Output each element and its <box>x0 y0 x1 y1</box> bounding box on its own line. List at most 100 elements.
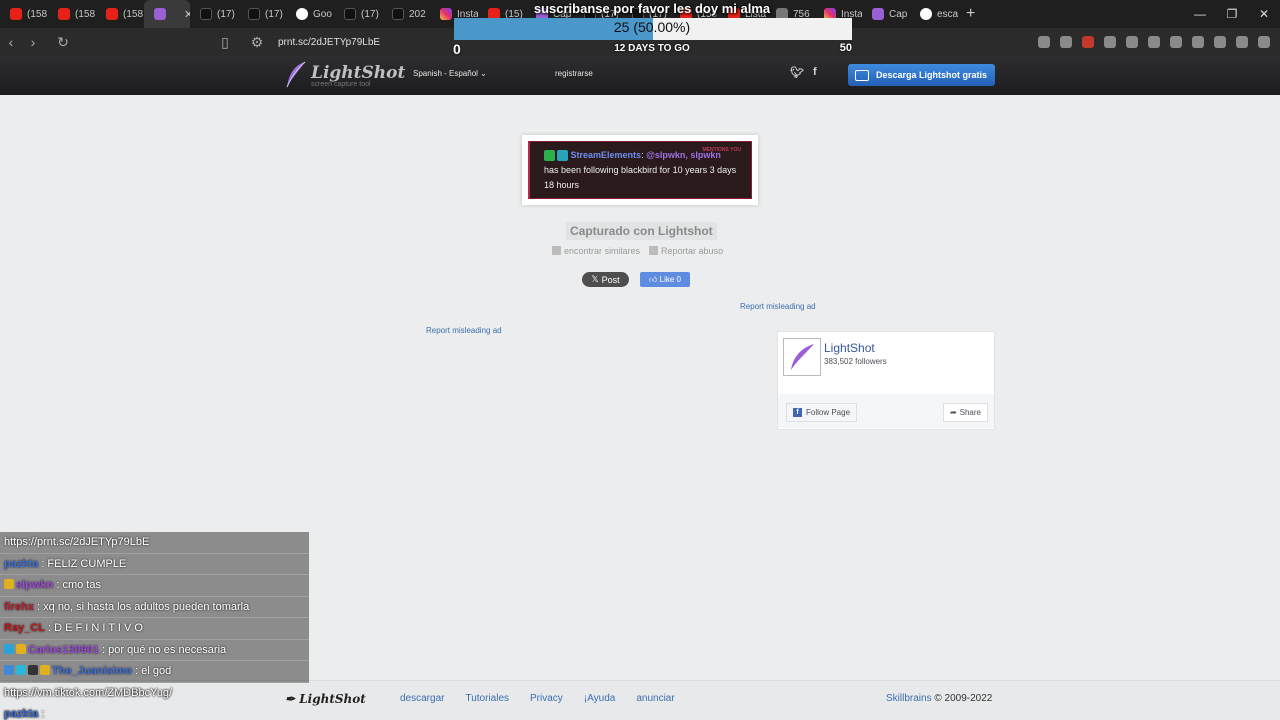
report-ad-link-right[interactable]: Report misleading ad <box>740 302 816 311</box>
find-similar-link[interactable]: encontrar similares <box>552 246 640 256</box>
captured-with-label: Capturado con Lightshot <box>566 222 717 240</box>
facebook-like-button[interactable]: 👍︎ Like 0 <box>640 272 690 287</box>
report-ad-link-left[interactable]: Report misleading ad <box>426 326 502 335</box>
chat-message: https://prnt.sc/2dJETYp79LbE <box>0 532 309 554</box>
wallet-icon[interactable] <box>1214 36 1226 48</box>
share-icon: ➦ <box>949 408 957 417</box>
maximize-icon[interactable]: ❐ <box>1216 7 1248 21</box>
page-name[interactable]: LightShot <box>824 341 875 355</box>
google-icon <box>920 8 932 20</box>
tab-label: (17) <box>265 8 283 20</box>
browser-tab[interactable]: (158 <box>96 0 144 28</box>
image-icon <box>552 246 561 255</box>
record-icon[interactable] <box>1082 36 1094 48</box>
tiktok-icon <box>344 8 356 20</box>
footer-link[interactable]: anunciar <box>636 693 674 704</box>
browser-tab[interactable]: (158 <box>48 0 96 28</box>
chat-text: : el god <box>135 665 172 677</box>
tab-label: (17) <box>217 8 235 20</box>
youtube-icon <box>58 8 70 20</box>
follow-page-button[interactable]: f Follow Page <box>786 403 858 422</box>
chat-text: https://vm.tiktok.com/ZMDBbcYug/ <box>4 686 173 699</box>
lightshot-logo[interactable]: LightShot screen capture tool <box>285 61 405 89</box>
ext-icon[interactable] <box>1104 36 1116 48</box>
browser-tab[interactable]: (17) <box>238 0 286 28</box>
browser-tab[interactable]: ✕ <box>144 0 190 28</box>
url-field[interactable]: prnt.sc/2dJETYp79LbE <box>278 37 380 48</box>
screenshot-image: MENTIONS YOU StreamElements: @slpwkn, sl… <box>528 141 752 199</box>
copyright: Skillbrains © 2009-2022 <box>886 693 992 704</box>
youtube-icon <box>10 8 22 20</box>
browser-tab[interactable]: Cap <box>862 0 910 28</box>
chat-username: Ray_CL <box>4 622 45 634</box>
x-post-label: Post <box>601 274 620 285</box>
wifi-icon[interactable] <box>1060 36 1072 48</box>
report-abuse-link[interactable]: Reportar abuso <box>649 246 723 256</box>
google-icon <box>296 8 308 20</box>
page-avatar[interactable] <box>783 338 821 376</box>
screenshot-image-frame[interactable]: MENTIONS YOU StreamElements: @slpwkn, sl… <box>522 135 758 205</box>
goal-progress-label: 25 (50.00%) <box>613 19 691 35</box>
chat-message: pazkta : <box>0 704 309 720</box>
music-icon[interactable] <box>1170 36 1182 48</box>
twitter-icon[interactable]: 🐦︎ <box>790 66 804 79</box>
download-cloud-icon <box>855 69 869 81</box>
chat-message: Carlos130901 : por qué no es necesaria <box>0 639 309 661</box>
image-actions: encontrar similares Reportar abuso <box>552 246 723 256</box>
screenshot-icon[interactable] <box>1148 36 1160 48</box>
site-info-icon[interactable]: ⚙ <box>246 34 268 51</box>
bookmark-icon[interactable]: ▯ <box>214 34 236 51</box>
thumbs-up-icon: 👍︎ <box>649 274 658 284</box>
chat-username: StreamElements <box>570 150 642 160</box>
tiktok-icon <box>200 8 212 20</box>
close-window-icon[interactable]: ✕ <box>1248 7 1280 21</box>
chat-username: The_Juanisimo <box>52 665 133 677</box>
feather-icon <box>286 61 306 88</box>
chat-text: https://prnt.sc/2dJETYp79LbE <box>4 536 150 548</box>
facebook-page-widget: LightShot 383,502 followers f Follow Page… <box>777 331 995 430</box>
report-abuse-label: Reportar abuso <box>661 246 724 256</box>
language-select[interactable]: Spanish - Español ⌄ <box>413 69 487 78</box>
new-tab-button[interactable]: + <box>958 5 983 23</box>
lightshot-icon <box>154 8 166 20</box>
register-link[interactable]: registrarse <box>555 69 593 78</box>
chat-badge-icon <box>40 665 50 675</box>
browser-tab[interactable]: 202 <box>382 0 430 28</box>
stream-chat-overlay: https://prnt.sc/2dJETYp79LbE pazkta : FEL… <box>0 532 309 720</box>
footer-link[interactable]: descargar <box>400 693 444 704</box>
social-links: 🐦︎ f <box>790 66 817 79</box>
browser-tab[interactable]: esca <box>910 0 958 28</box>
browser-tab[interactable]: (17) <box>334 0 382 28</box>
puzzle-icon[interactable] <box>1126 36 1138 48</box>
footer-link[interactable]: Tutoriales <box>465 693 509 704</box>
feather-icon <box>791 344 814 370</box>
facebook-icon[interactable]: f <box>813 66 817 79</box>
share-button[interactable]: ➦ Share <box>942 403 988 422</box>
company-link[interactable]: Skillbrains <box>886 693 932 704</box>
browser-tab[interactable]: Goo <box>286 0 334 28</box>
settings-icon[interactable] <box>1258 36 1270 48</box>
x-post-button[interactable]: 𝕏 Post <box>582 272 629 287</box>
footer-link[interactable]: ¡Ayuda <box>584 693 616 704</box>
sidebar-icon[interactable] <box>1192 36 1204 48</box>
forward-icon[interactable]: › <box>22 34 44 50</box>
chat-username: firehx <box>4 600 34 613</box>
back-icon[interactable]: ‹ <box>0 34 22 50</box>
extensions-icon[interactable] <box>1236 36 1248 48</box>
chat-message: has been following blackbird for 10 year… <box>544 165 737 190</box>
chat-badge-icon <box>16 665 26 675</box>
footer-link[interactable]: Privacy <box>530 693 563 704</box>
window-controls: — ❐ ✕ <box>1184 7 1280 21</box>
find-similar-label: encontrar similares <box>564 246 641 256</box>
lightshot-header: LightShot screen capture tool Spanish - … <box>0 56 1280 95</box>
chat-username: pazkta <box>4 557 39 570</box>
chat-badge-icon <box>4 579 14 589</box>
youtube-icon <box>106 8 118 20</box>
minimize-icon[interactable]: — <box>1184 7 1216 21</box>
browser-tab[interactable]: (17) <box>190 0 238 28</box>
chat-text: : D E F I N I T I V O <box>48 622 143 634</box>
browser-tab[interactable]: (158 <box>0 0 48 28</box>
reload-icon[interactable]: ↻ <box>52 34 74 51</box>
download-button[interactable]: Descarga Lightshot gratis <box>848 64 995 86</box>
translate-icon[interactable] <box>1038 36 1050 48</box>
